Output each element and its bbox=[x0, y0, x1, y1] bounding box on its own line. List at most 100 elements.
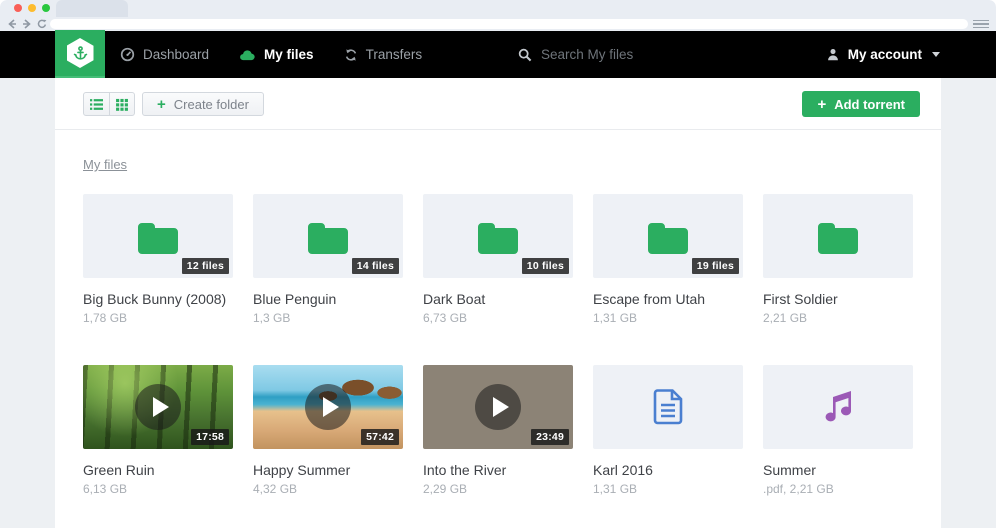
file-size: .pdf, 2,21 GB bbox=[763, 482, 913, 496]
file-thumbnail[interactable]: 19 files bbox=[593, 194, 743, 278]
file-name[interactable]: Blue Penguin bbox=[253, 291, 403, 308]
add-torrent-label: Add torrent bbox=[834, 97, 905, 112]
nav-item-dashboard[interactable]: Dashboard bbox=[120, 47, 209, 62]
file-badge: 12 files bbox=[182, 258, 229, 274]
file-name[interactable]: Into the River bbox=[423, 462, 573, 479]
gauge-icon bbox=[120, 47, 135, 62]
file-name[interactable]: Escape from Utah bbox=[593, 291, 743, 308]
file-card-happy-summer[interactable]: 57:42 Happy Summer 4,32 GB bbox=[253, 365, 403, 496]
file-badge: 19 files bbox=[692, 258, 739, 274]
play-icon[interactable] bbox=[135, 384, 181, 430]
browser-toolbar bbox=[0, 17, 996, 31]
content-panel: + Create folder + Add torrent My files 1… bbox=[55, 78, 941, 528]
file-name[interactable]: Summer bbox=[763, 462, 913, 479]
file-badge: 10 files bbox=[522, 258, 569, 274]
file-thumbnail[interactable] bbox=[593, 365, 743, 449]
breadcrumb-my-files[interactable]: My files bbox=[83, 157, 127, 172]
grid-view-button[interactable] bbox=[109, 93, 134, 115]
nav-label: Transfers bbox=[366, 47, 423, 62]
file-card-first-soldier[interactable]: First Soldier 2,21 GB bbox=[763, 194, 913, 325]
grid-view-icon bbox=[115, 98, 129, 111]
search-input[interactable] bbox=[541, 47, 761, 62]
breadcrumb: My files bbox=[55, 130, 941, 174]
primary-nav: Dashboard My files Transfers bbox=[120, 31, 422, 78]
file-name[interactable]: Green Ruin bbox=[83, 462, 233, 479]
file-card-dark-boat[interactable]: 10 files Dark Boat 6,73 GB bbox=[423, 194, 573, 325]
browser-window: Dashboard My files Transfers My account bbox=[0, 0, 996, 528]
browser-tab[interactable] bbox=[56, 0, 128, 17]
folder-icon bbox=[645, 219, 691, 254]
file-size: 6,13 GB bbox=[83, 482, 233, 496]
file-name[interactable]: Big Buck Bunny (2008) bbox=[83, 291, 233, 308]
nav-item-transfers[interactable]: Transfers bbox=[344, 47, 423, 62]
file-card-big-buck-bunny-2008-[interactable]: 12 files Big Buck Bunny (2008) 1,78 GB bbox=[83, 194, 233, 325]
forward-icon[interactable] bbox=[22, 19, 32, 29]
file-card-green-ruin[interactable]: 17:58 Green Ruin 6,13 GB bbox=[83, 365, 233, 496]
play-icon[interactable] bbox=[475, 384, 521, 430]
folder-icon bbox=[475, 219, 521, 254]
sync-icon bbox=[344, 48, 358, 62]
file-card-blue-penguin[interactable]: 14 files Blue Penguin 1,3 GB bbox=[253, 194, 403, 325]
file-size: 1,78 GB bbox=[83, 311, 233, 325]
file-grid: 12 files Big Buck Bunny (2008) 1,78 GB 1… bbox=[55, 174, 941, 496]
file-name[interactable]: Dark Boat bbox=[423, 291, 573, 308]
menu-icon[interactable] bbox=[973, 20, 989, 29]
file-thumbnail[interactable]: 12 files bbox=[83, 194, 233, 278]
file-thumbnail[interactable]: 14 files bbox=[253, 194, 403, 278]
file-name[interactable]: First Soldier bbox=[763, 291, 913, 308]
caret-down-icon bbox=[932, 52, 940, 57]
back-icon[interactable] bbox=[7, 19, 17, 29]
file-name[interactable]: Happy Summer bbox=[253, 462, 403, 479]
file-card-escape-from-utah[interactable]: 19 files Escape from Utah 1,31 GB bbox=[593, 194, 743, 325]
file-size: 1,31 GB bbox=[593, 311, 743, 325]
list-view-icon bbox=[89, 98, 104, 111]
file-badge: 57:42 bbox=[361, 429, 399, 445]
music-note-icon bbox=[821, 389, 855, 425]
account-menu[interactable]: My account bbox=[826, 31, 940, 78]
document-icon bbox=[652, 388, 684, 426]
close-window-icon[interactable] bbox=[14, 4, 22, 12]
create-folder-button[interactable]: + Create folder bbox=[142, 92, 264, 116]
file-thumbnail[interactable]: 10 files bbox=[423, 194, 573, 278]
play-icon[interactable] bbox=[305, 384, 351, 430]
nav-item-my-files[interactable]: My files bbox=[239, 47, 314, 62]
plus-icon: + bbox=[157, 96, 166, 113]
minimize-window-icon[interactable] bbox=[28, 4, 36, 12]
file-name[interactable]: Karl 2016 bbox=[593, 462, 743, 479]
nav-label: Dashboard bbox=[143, 47, 209, 62]
file-thumbnail[interactable]: 23:49 bbox=[423, 365, 573, 449]
zoom-window-icon[interactable] bbox=[42, 4, 50, 12]
folder-icon bbox=[135, 219, 181, 254]
view-toggle bbox=[83, 92, 135, 116]
url-bar[interactable] bbox=[50, 19, 968, 29]
list-view-button[interactable] bbox=[84, 93, 109, 115]
file-size: 6,73 GB bbox=[423, 311, 573, 325]
anchor-logo-icon bbox=[67, 38, 94, 68]
page-background: + Create folder + Add torrent My files 1… bbox=[0, 78, 996, 528]
navbar-search bbox=[518, 31, 761, 78]
file-badge: 14 files bbox=[352, 258, 399, 274]
file-size: 2,29 GB bbox=[423, 482, 573, 496]
file-size: 4,32 GB bbox=[253, 482, 403, 496]
user-icon bbox=[826, 47, 840, 62]
folder-icon bbox=[305, 219, 351, 254]
file-card-into-the-river[interactable]: 23:49 Into the River 2,29 GB bbox=[423, 365, 573, 496]
plus-icon: + bbox=[817, 96, 826, 113]
file-thumbnail[interactable] bbox=[763, 194, 913, 278]
file-size: 2,21 GB bbox=[763, 311, 913, 325]
search-icon bbox=[518, 48, 532, 62]
create-folder-label: Create folder bbox=[174, 97, 249, 112]
file-card-karl-2016[interactable]: Karl 2016 1,31 GB bbox=[593, 365, 743, 496]
file-badge: 17:58 bbox=[191, 429, 229, 445]
file-size: 1,3 GB bbox=[253, 311, 403, 325]
add-torrent-button[interactable]: + Add torrent bbox=[802, 91, 920, 117]
file-thumbnail[interactable]: 17:58 bbox=[83, 365, 233, 449]
app-logo[interactable] bbox=[55, 30, 105, 78]
file-card-summer[interactable]: Summer .pdf, 2,21 GB bbox=[763, 365, 913, 496]
file-thumbnail[interactable]: 57:42 bbox=[253, 365, 403, 449]
files-toolbar: + Create folder + Add torrent bbox=[55, 78, 941, 130]
file-thumbnail[interactable] bbox=[763, 365, 913, 449]
refresh-icon[interactable] bbox=[37, 19, 47, 29]
app-navbar: Dashboard My files Transfers My account bbox=[0, 31, 996, 78]
browser-chrome bbox=[0, 0, 996, 31]
